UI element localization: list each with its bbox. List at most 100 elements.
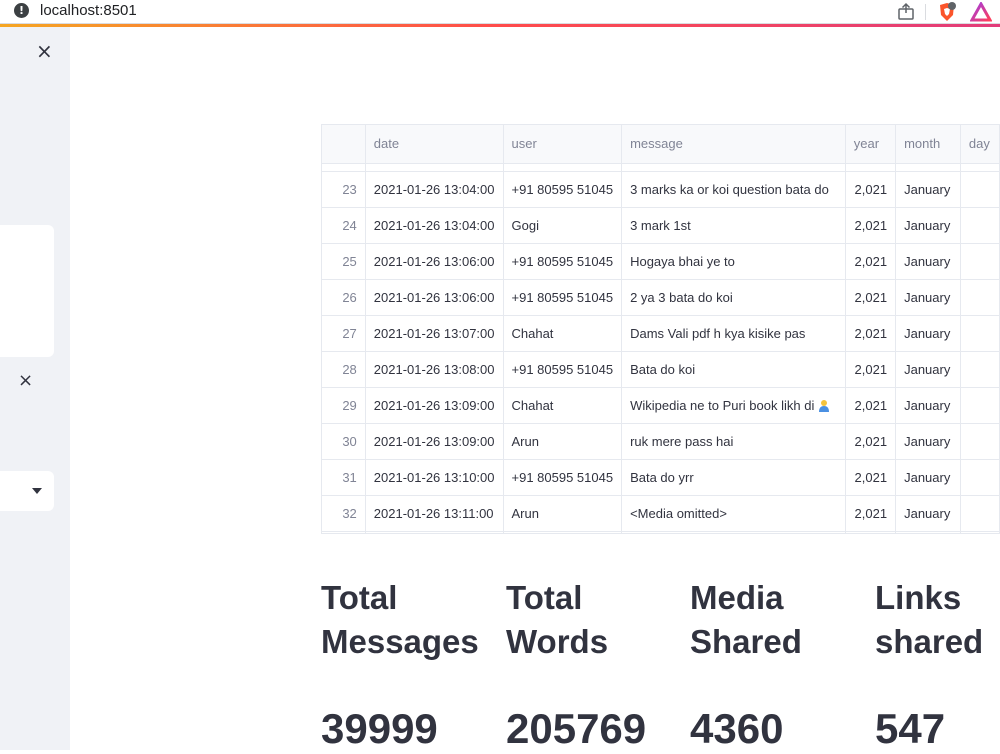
- column-header-message[interactable]: message: [621, 125, 846, 164]
- column-header-day[interactable]: day: [960, 125, 1000, 164]
- cell-year[interactable]: 2,021: [845, 495, 897, 532]
- file-remove-icon[interactable]: ×: [18, 371, 33, 391]
- dataframe[interactable]: date user message year month day 23 2021-…: [321, 124, 1000, 534]
- cell-day[interactable]: [960, 315, 1000, 352]
- cell-month[interactable]: January: [895, 243, 961, 280]
- column-header-index[interactable]: [322, 125, 366, 164]
- table-row[interactable]: 26 2021-01-26 13:06:00 +91 80595 51045 2 ya…: [322, 279, 1000, 316]
- cell-year[interactable]: 2,021: [845, 171, 897, 208]
- brave-rewards-icon[interactable]: [970, 2, 992, 22]
- table-row[interactable]: 25 2021-01-26 13:06:00 +91 80595 51045 Hoga…: [322, 243, 1000, 280]
- row-index[interactable]: 24: [322, 207, 366, 244]
- cell-year[interactable]: 2,021: [845, 387, 897, 424]
- cell-user[interactable]: +91 80595 51045: [503, 279, 623, 316]
- cell-date[interactable]: 2021-01-26 13:11:00: [365, 495, 504, 532]
- cell-day[interactable]: [960, 171, 1000, 208]
- cell-month[interactable]: January: [895, 495, 961, 532]
- cell-date[interactable]: 2021-01-26 13:09:00: [365, 387, 504, 424]
- cell-date[interactable]: 2021-01-26 13:08:00: [365, 351, 504, 388]
- cell-month[interactable]: January: [895, 351, 961, 388]
- cell-user[interactable]: Chahat: [503, 315, 623, 352]
- cell-day[interactable]: [960, 423, 1000, 460]
- cell-month[interactable]: January: [895, 315, 961, 352]
- cell-message[interactable]: ruk mere pass hai: [621, 423, 846, 460]
- cell-date[interactable]: 2021-01-26 13:06:00: [365, 279, 504, 316]
- cell: [365, 163, 504, 172]
- row-index[interactable]: 29: [322, 387, 366, 424]
- cell-day[interactable]: [960, 351, 1000, 388]
- row-index[interactable]: 30: [322, 423, 366, 460]
- cell-user[interactable]: Arun: [503, 423, 623, 460]
- cell-month[interactable]: January: [895, 423, 961, 460]
- cell-date-text: 2021-01-26 13:10:00: [373, 469, 495, 485]
- table-row[interactable]: 32 2021-01-26 13:11:00 Arun <Media omitted>…: [322, 495, 1000, 532]
- cell-year[interactable]: 2,021: [845, 459, 897, 496]
- cell-month[interactable]: January: [895, 279, 961, 316]
- cell-user-text: +91 80595 51045: [511, 469, 614, 485]
- cell-day[interactable]: [960, 279, 1000, 316]
- cell-date[interactable]: 2021-01-26 13:06:00: [365, 243, 504, 280]
- cell-user[interactable]: +91 80595 51045: [503, 171, 623, 208]
- sidebar-upload-card[interactable]: [0, 225, 54, 357]
- table-row[interactable]: 28 2021-01-26 13:08:00 +91 80595 51045 Bata…: [322, 351, 1000, 388]
- cell-month[interactable]: January: [895, 171, 961, 208]
- row-index[interactable]: 27: [322, 315, 366, 352]
- cell-day[interactable]: [960, 459, 1000, 496]
- cell-year[interactable]: 2,021: [845, 207, 897, 244]
- cell-message[interactable]: Wikipedia ne to Puri book likh di: [621, 387, 846, 424]
- cell-user[interactable]: Gogi: [503, 207, 623, 244]
- cell-day[interactable]: [960, 495, 1000, 532]
- table-row[interactable]: 27 2021-01-26 13:07:00 Chahat Dams Vali pdf…: [322, 315, 1000, 352]
- cell-day[interactable]: [960, 387, 1000, 424]
- row-index[interactable]: 28: [322, 351, 366, 388]
- site-info-icon[interactable]: !: [14, 3, 29, 18]
- cell-year[interactable]: 2,021: [845, 351, 897, 388]
- cell-day[interactable]: [960, 243, 1000, 280]
- cell-year[interactable]: 2,021: [845, 243, 897, 280]
- row-index[interactable]: 31: [322, 459, 366, 496]
- cell-date[interactable]: 2021-01-26 13:04:00: [365, 207, 504, 244]
- cell-month[interactable]: January: [895, 207, 961, 244]
- cell-year[interactable]: 2,021: [845, 315, 897, 352]
- row-index[interactable]: 26: [322, 279, 366, 316]
- cell-message[interactable]: 3 mark 1st: [621, 207, 846, 244]
- cell-date[interactable]: 2021-01-26 13:09:00: [365, 423, 504, 460]
- cell-date[interactable]: 2021-01-26 13:07:00: [365, 315, 504, 352]
- cell-year[interactable]: 2,021: [845, 279, 897, 316]
- row-index[interactable]: 25: [322, 243, 366, 280]
- cell-year[interactable]: 2,021: [845, 423, 897, 460]
- address-bar[interactable]: localhost:8501: [40, 2, 137, 19]
- table-row[interactable]: 23 2021-01-26 13:04:00 +91 80595 51045 3 ma…: [322, 171, 1000, 208]
- row-index[interactable]: 32: [322, 495, 366, 532]
- column-header-date[interactable]: date: [365, 125, 504, 164]
- cell-message[interactable]: Dams Vali pdf h kya kisike pas: [621, 315, 846, 352]
- cell-message[interactable]: 2 ya 3 bata do koi: [621, 279, 846, 316]
- user-select-dropdown[interactable]: [0, 471, 54, 511]
- cell-day[interactable]: [960, 207, 1000, 244]
- table-row[interactable]: 29 2021-01-26 13:09:00 Chahat Wikipedia ne …: [322, 387, 1000, 424]
- column-header-user[interactable]: user: [503, 125, 623, 164]
- table-row[interactable]: 24 2021-01-26 13:04:00 Gogi 3 mark 1st 2,021…: [322, 207, 1000, 244]
- cell-month[interactable]: January: [895, 387, 961, 424]
- cell-user[interactable]: +91 80595 51045: [503, 459, 623, 496]
- cell-date[interactable]: 2021-01-26 13:10:00: [365, 459, 504, 496]
- cell-user[interactable]: Arun: [503, 495, 623, 532]
- brave-shields-icon[interactable]: [936, 1, 958, 23]
- share-icon[interactable]: [896, 2, 916, 22]
- cell-user[interactable]: +91 80595 51045: [503, 351, 623, 388]
- cell-user[interactable]: Chahat: [503, 387, 623, 424]
- table-row[interactable]: 30 2021-01-26 13:09:00 Arun ruk mere pass h…: [322, 423, 1000, 460]
- cell-date[interactable]: 2021-01-26 13:04:00: [365, 171, 504, 208]
- row-index[interactable]: 23: [322, 171, 366, 208]
- cell-user[interactable]: +91 80595 51045: [503, 243, 623, 280]
- cell-message[interactable]: Hogaya bhai ye to: [621, 243, 846, 280]
- cell-message[interactable]: 3 marks ka or koi question bata do: [621, 171, 846, 208]
- cell-message[interactable]: <Media omitted>: [621, 495, 846, 532]
- cell-message[interactable]: Bata do yrr: [621, 459, 846, 496]
- sidebar-close-icon[interactable]: ×: [36, 41, 53, 61]
- column-header-year[interactable]: year: [845, 125, 897, 164]
- cell-month[interactable]: January: [895, 459, 961, 496]
- column-header-month[interactable]: month: [895, 125, 961, 164]
- table-row[interactable]: 31 2021-01-26 13:10:00 +91 80595 51045 Bata…: [322, 459, 1000, 496]
- cell-message[interactable]: Bata do koi: [621, 351, 846, 388]
